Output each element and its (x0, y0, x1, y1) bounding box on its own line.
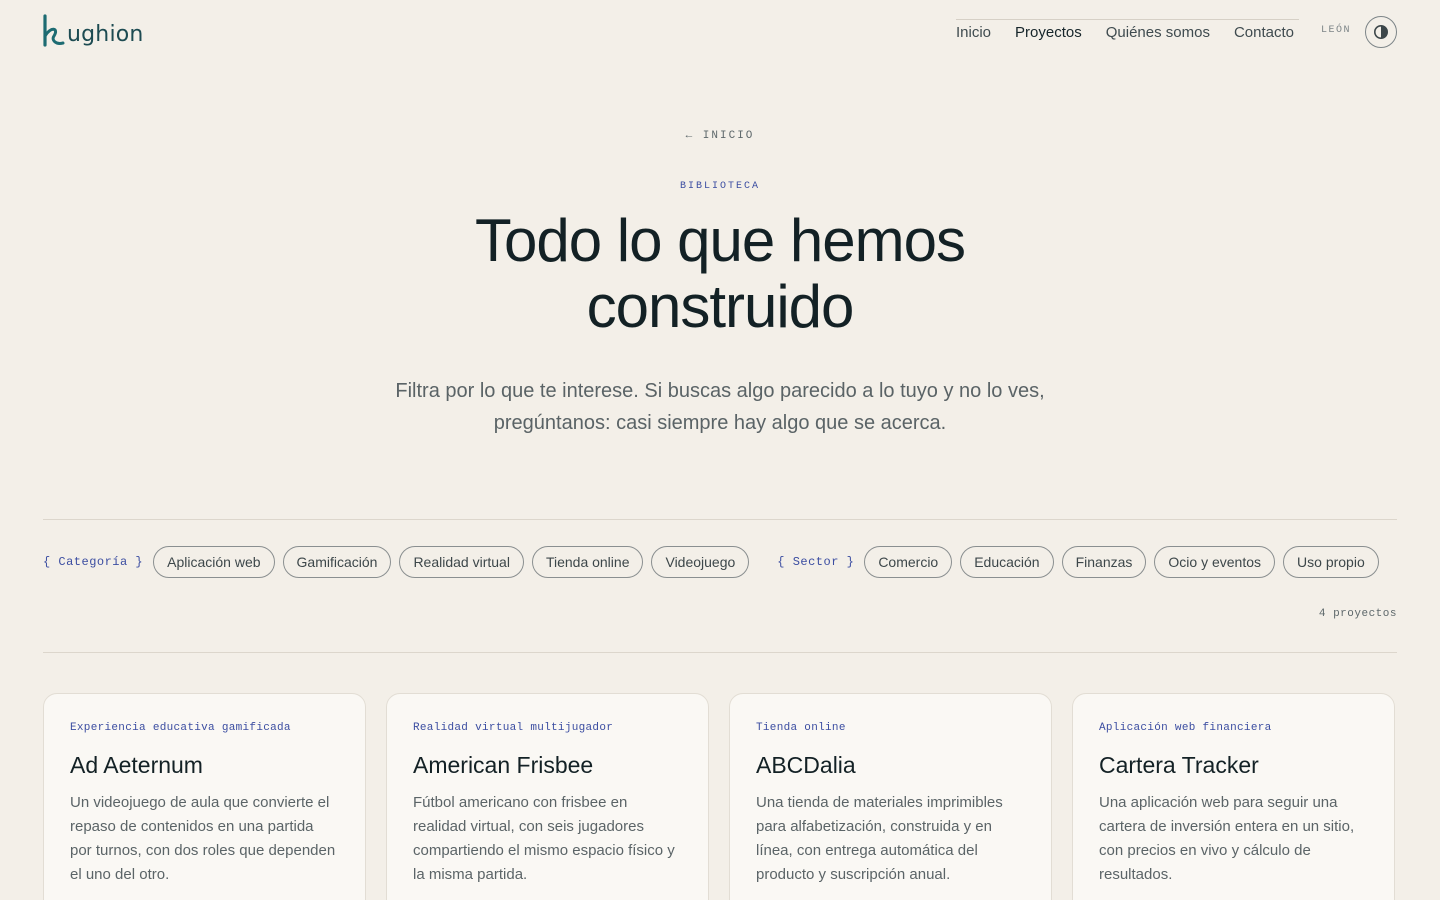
logo-mark-icon (43, 14, 65, 47)
back-to-home-link[interactable]: ← INICIO (0, 130, 1440, 142)
chip-sector-finanzas[interactable]: Finanzas (1061, 545, 1147, 578)
page-title-line-2: construido (586, 273, 855, 340)
project-card-description: Un videojuego de aula que convierte el r… (70, 794, 336, 883)
project-card-tag: Realidad virtual multijugador (413, 722, 614, 734)
nav-proyectos[interactable]: Proyectos (1015, 24, 1082, 41)
project-card-tag: Tienda online (756, 722, 846, 734)
chip-category-realidad-virtual[interactable]: Realidad virtual (399, 545, 524, 578)
page-lead-line-1: Filtra por lo que te interese. Si buscas… (395, 380, 1045, 402)
divider-bottom (43, 652, 1397, 653)
project-card-description: Fútbol americano con frisbee en realidad… (413, 794, 675, 883)
project-card-description: Una tienda de materiales imprimibles par… (756, 794, 1003, 883)
project-card[interactable]: Aplicación web financiera Cartera Tracke… (1072, 693, 1395, 900)
category-filter-label: { Categoría } (43, 554, 144, 569)
project-card-tag: Aplicación web financiera (1099, 722, 1272, 734)
project-count: 4 proyectos (1318, 608, 1397, 620)
theme-toggle-button[interactable] (1365, 16, 1397, 48)
main-nav: Inicio Proyectos Quiénes somos Contacto (956, 19, 1299, 41)
chip-sector-educacion[interactable]: Educación (960, 545, 1054, 578)
language-switch[interactable]: LEÓN (1321, 25, 1351, 36)
project-card-tag: Experiencia educativa gamificada (70, 722, 291, 734)
chip-sector-uso-propio[interactable]: Uso propio (1283, 545, 1379, 578)
page-lead: Filtra por lo que te interese. Si buscas… (0, 375, 1440, 439)
contrast-icon (1374, 25, 1388, 39)
project-card-description: Una aplicación web para seguir una carte… (1099, 794, 1355, 883)
project-grid: Experiencia educativa gamificada Ad Aete… (43, 693, 1397, 900)
project-card-title: ABCDalia (756, 752, 856, 778)
filter-bar: { Categoría } Aplicación web Gamificació… (43, 545, 1387, 578)
chip-category-aplicacion-web[interactable]: Aplicación web (153, 545, 275, 578)
page-title-line-1: Todo lo que hemos (474, 207, 966, 274)
project-card-title: Cartera Tracker (1099, 752, 1259, 778)
project-card-title: American Frisbee (413, 752, 594, 778)
project-card[interactable]: Realidad virtual multijugador American F… (386, 693, 709, 900)
section-eyebrow: BIBLIOTECA (679, 181, 760, 192)
chip-category-tienda-online[interactable]: Tienda online (531, 545, 644, 578)
chip-category-gamificacion[interactable]: Gamificación (282, 545, 392, 578)
nav-inicio[interactable]: Inicio (956, 24, 991, 41)
chip-sector-ocio-y-eventos[interactable]: Ocio y eventos (1154, 545, 1276, 578)
nav-quienes-somos[interactable]: Quiénes somos (1106, 24, 1210, 41)
nav-contacto[interactable]: Contacto (1234, 24, 1294, 41)
chip-sector-comercio[interactable]: Comercio (864, 545, 953, 578)
project-card[interactable]: Tienda online ABCDalia Una tienda de mat… (729, 693, 1052, 900)
logo[interactable]: ughion (42, 14, 144, 48)
project-card-title: Ad Aeternum (70, 752, 203, 778)
sector-filter-label: { Sector } (777, 554, 855, 569)
page-lead-line-2: pregúntanos: casi siempre hay algo que s… (493, 412, 947, 434)
chip-category-videojuego[interactable]: Videojuego (651, 545, 750, 578)
project-card[interactable]: Experiencia educativa gamificada Ad Aete… (43, 693, 366, 900)
site-header: ughion Inicio Proyectos Quiénes somos Co… (0, 0, 1440, 64)
divider-top (43, 519, 1397, 520)
page-title: Todo lo que hemos construido (0, 208, 1440, 340)
logo-text: ughion (67, 22, 144, 47)
